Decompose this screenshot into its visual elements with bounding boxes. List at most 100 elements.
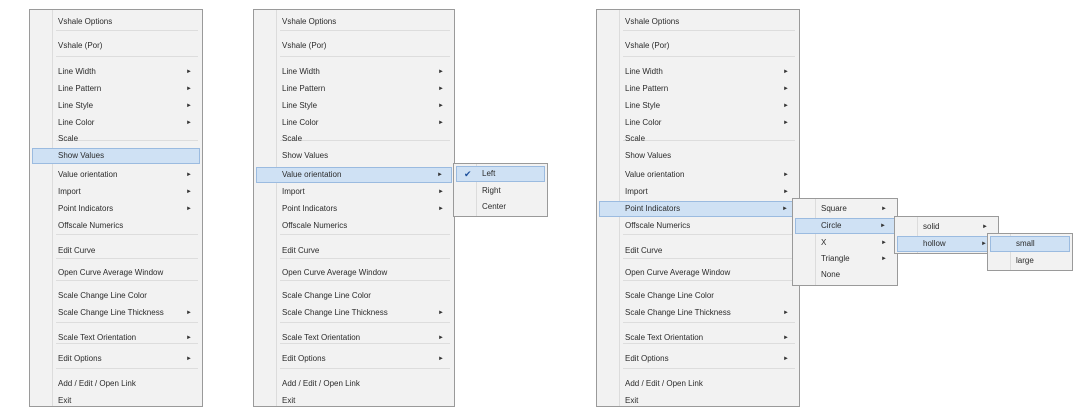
menu-item[interactable]: Line Style ► xyxy=(32,98,200,114)
submenu-item-center[interactable]: Center xyxy=(456,199,545,215)
chevron-right-icon: ► xyxy=(783,310,789,316)
submenu-item-x[interactable]: X ► xyxy=(795,235,895,251)
menu-item[interactable]: Edit Options ► xyxy=(599,351,797,367)
menu-item[interactable]: Scale Text Orientation ► xyxy=(32,330,200,346)
menu-item-label: Exit xyxy=(58,396,72,405)
menu-item-label: Line Style xyxy=(58,101,94,110)
menu-item[interactable]: Add / Edit / Open Link xyxy=(599,376,797,392)
menu-item[interactable]: Value orientation ► xyxy=(256,167,452,183)
menu-item[interactable]: Line Color ► xyxy=(32,115,200,131)
menu-item-label: Show Values xyxy=(58,151,105,160)
menu-item[interactable]: Add / Edit / Open Link xyxy=(32,376,200,392)
menu-item[interactable]: Scale xyxy=(32,131,200,147)
chevron-right-icon: ► xyxy=(438,86,444,92)
menu-item-label: Line Pattern xyxy=(625,84,669,93)
menu-item[interactable]: Scale xyxy=(599,131,797,147)
menu-item[interactable]: Edit Curve xyxy=(256,243,452,259)
menu-item[interactable]: Open Curve Average Window xyxy=(32,265,200,281)
menu-item[interactable]: Vshale Options xyxy=(256,14,452,30)
menu-item-label: Point Indicators xyxy=(282,204,338,213)
submenu-item-solid[interactable]: solid ► xyxy=(897,219,996,235)
menu-separator xyxy=(623,30,795,31)
menu-item[interactable]: Edit Curve xyxy=(599,243,797,259)
menu-item[interactable]: Offscale Numerics xyxy=(32,218,200,234)
chevron-right-icon: ► xyxy=(186,86,192,92)
menu-item-label: Value orientation xyxy=(282,170,342,179)
menu-item[interactable]: Offscale Numerics xyxy=(256,218,452,234)
menu-item[interactable]: Edit Options ► xyxy=(32,351,200,367)
submenu-item-square[interactable]: Square ► xyxy=(795,201,895,217)
menu-item[interactable]: Offscale Numerics xyxy=(599,218,797,234)
chevron-right-icon: ► xyxy=(438,103,444,109)
menu-item-label: Edit Options xyxy=(625,354,669,363)
menu-item[interactable]: Show Values xyxy=(32,148,200,164)
menu-item[interactable]: Line Pattern ► xyxy=(599,81,797,97)
menu-item-label: Line Width xyxy=(282,67,320,76)
menu-item[interactable]: Line Pattern ► xyxy=(256,81,452,97)
context-menu-1: Vshale Options Vshale (Por) Line Width ► Lin… xyxy=(29,9,203,407)
context-menu-3: Vshale Options Vshale (Por) Line Width ► Lin… xyxy=(596,9,800,407)
menu-item[interactable]: Scale Change Line Thickness ► xyxy=(32,305,200,321)
menu-item[interactable]: Scale Change Line Color xyxy=(599,288,797,304)
menu-item[interactable]: Point Indicators ► xyxy=(599,201,797,217)
menu-item[interactable]: Line Width ► xyxy=(599,64,797,80)
menu-item[interactable]: Add / Edit / Open Link xyxy=(256,376,452,392)
menu-item[interactable]: Point Indicators ► xyxy=(32,201,200,217)
menu-item[interactable]: Scale xyxy=(256,131,452,147)
chevron-right-icon: ► xyxy=(783,172,789,178)
submenu-item-left[interactable]: ✔ Left xyxy=(456,166,545,182)
menu-item[interactable]: Vshale Options xyxy=(32,14,200,30)
chevron-right-icon: ► xyxy=(437,172,443,178)
menu-item[interactable]: Value orientation ► xyxy=(599,167,797,183)
submenu-item-small[interactable]: small xyxy=(990,236,1070,252)
menu-item[interactable]: Vshale (Por) xyxy=(32,38,200,54)
menu-item[interactable]: Edit Curve xyxy=(32,243,200,259)
menu-item[interactable]: Line Pattern ► xyxy=(32,81,200,97)
menu-item[interactable]: Value orientation ► xyxy=(32,167,200,183)
menu-item-label: Vshale (Por) xyxy=(625,41,670,50)
submenu-item-triangle[interactable]: Triangle ► xyxy=(795,251,895,267)
menu-item[interactable]: Scale Change Line Color xyxy=(32,288,200,304)
menu-item[interactable]: Open Curve Average Window xyxy=(256,265,452,281)
menu-item[interactable]: Line Width ► xyxy=(32,64,200,80)
menu-item[interactable]: Vshale (Por) xyxy=(599,38,797,54)
menu-item[interactable]: Import ► xyxy=(32,184,200,200)
menu-separator xyxy=(56,322,198,323)
chevron-right-icon: ► xyxy=(783,335,789,341)
menu-item-label: Line Width xyxy=(58,67,96,76)
menu-item[interactable]: Import ► xyxy=(256,184,452,200)
menu-item[interactable]: Scale Text Orientation ► xyxy=(256,330,452,346)
menu-item[interactable]: Show Values xyxy=(599,148,797,164)
menu-separator xyxy=(280,368,450,369)
submenu-item-right[interactable]: Right xyxy=(456,183,545,199)
menu-item[interactable]: Import ► xyxy=(599,184,797,200)
value-orientation-submenu: ✔ Left Right Center xyxy=(453,163,548,217)
menu-separator xyxy=(280,30,450,31)
menu-item[interactable]: Vshale Options xyxy=(599,14,797,30)
menu-item[interactable]: Line Width ► xyxy=(256,64,452,80)
menu-item[interactable]: Point Indicators ► xyxy=(256,201,452,217)
menu-item[interactable]: Scale Text Orientation ► xyxy=(599,330,797,346)
menu-item[interactable]: Scale Change Line Thickness ► xyxy=(599,305,797,321)
menu-item[interactable]: Scale Change Line Thickness ► xyxy=(256,305,452,321)
menu-item-label: Vshale Options xyxy=(282,17,337,26)
menu-item[interactable]: Line Color ► xyxy=(256,115,452,131)
menu-item-label: Open Curve Average Window xyxy=(625,268,731,277)
submenu-item-hollow[interactable]: hollow ► xyxy=(897,236,996,252)
menu-item[interactable]: Show Values xyxy=(256,148,452,164)
chevron-right-icon: ► xyxy=(438,310,444,316)
menu-item[interactable]: Open Curve Average Window xyxy=(599,265,797,281)
menu-item[interactable]: Line Style ► xyxy=(599,98,797,114)
menu-item[interactable]: Edit Options ► xyxy=(256,351,452,367)
menu-item[interactable]: Vshale (Por) xyxy=(256,38,452,54)
submenu-item-none[interactable]: None xyxy=(795,267,895,283)
submenu-item-circle[interactable]: Circle ► xyxy=(795,218,895,234)
menu-item-label: Vshale Options xyxy=(58,17,113,26)
menu-item-label: Show Values xyxy=(282,151,329,160)
menu-item[interactable]: Scale Change Line Color xyxy=(256,288,452,304)
menu-item[interactable]: Line Color ► xyxy=(599,115,797,131)
menu-item[interactable]: Line Style ► xyxy=(256,98,452,114)
chevron-right-icon: ► xyxy=(186,189,192,195)
submenu-item-large[interactable]: large xyxy=(990,253,1070,269)
chevron-right-icon: ► xyxy=(783,86,789,92)
